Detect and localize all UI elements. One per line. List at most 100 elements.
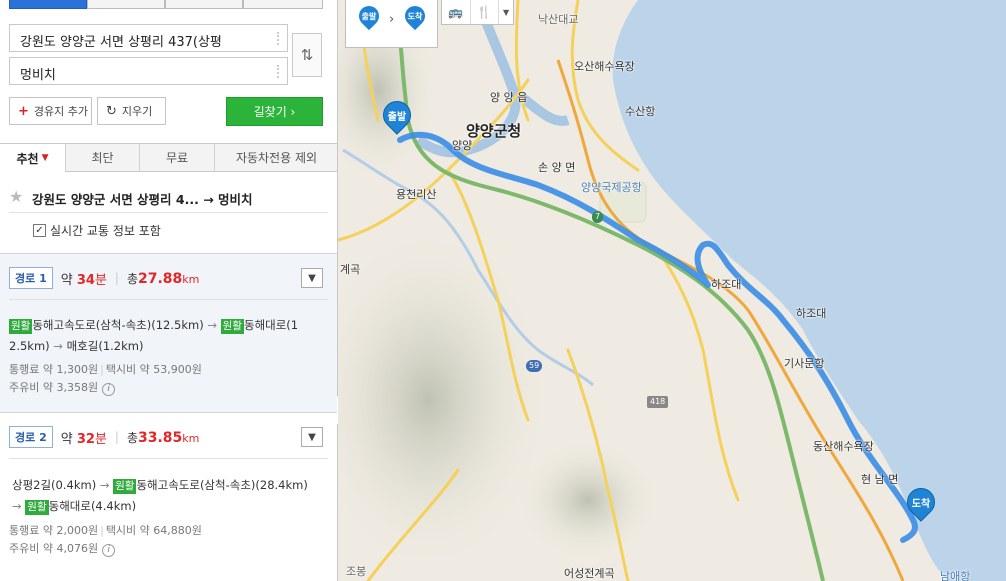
- map-label: 오산해수욕장: [574, 60, 635, 73]
- refresh-icon: ↻: [106, 103, 117, 119]
- route-costs: 통행료 약 1,300원 | 택시비 약 53,900원 주유비 약 3,358원 i: [9, 363, 202, 396]
- expand-route-button[interactable]: ▼: [301, 427, 323, 447]
- route-endpoint-toolbar: 출발 › 도착: [345, 0, 438, 48]
- origin-input[interactable]: 강원도 양양군 서면 상평리 437(상평: [9, 24, 288, 52]
- realtime-traffic-checkbox[interactable]: ✓ 실시간 교통 정보 포함: [33, 222, 161, 239]
- map-label: 동산해수욕장: [813, 440, 874, 453]
- taxi-cost: 택시비 약 53,900원: [105, 363, 202, 376]
- map-label: 양양국제공항: [581, 181, 642, 194]
- destination-value: 멍비치: [20, 68, 56, 83]
- end-pin-button[interactable]: 도착: [400, 1, 430, 36]
- arrow-right-icon: →: [96, 478, 114, 492]
- tab-free[interactable]: 무료: [140, 144, 215, 171]
- star-icon[interactable]: ★: [9, 187, 23, 206]
- route-search-panel: 강원도 양양군 서면 상평리 437(상평 멍비치 ⇅ + 경유지 추가 ↻ 지…: [0, 0, 338, 581]
- route-distance: 총27.88km: [126, 270, 200, 287]
- drag-handle-icon[interactable]: [277, 65, 281, 78]
- arrow-right-icon: →: [49, 339, 67, 353]
- map-label: 남애항: [940, 570, 971, 581]
- fuel-cost: 주유비 약 4,076원: [9, 542, 99, 555]
- route-card-2[interactable]: 경로 2 약 32분 | 총33.85km ▼ 상평2길(0.4km) → 원활…: [0, 412, 337, 581]
- route-shield: 418: [647, 396, 669, 408]
- map-base: [338, 0, 1006, 581]
- start-marker[interactable]: 출발: [377, 95, 417, 141]
- map-label: 손 양 면: [538, 161, 576, 174]
- add-waypoint-label: 경유지 추가: [33, 105, 89, 118]
- arrow-right-icon: →: [12, 499, 26, 513]
- caret-down-icon: ▼: [41, 153, 49, 163]
- origin-value: 강원도 양양군 서면 상평리 437(상평: [20, 35, 222, 50]
- info-icon[interactable]: i: [102, 383, 116, 396]
- route-header: 경로 2 약 32분 | 총33.85km: [9, 426, 199, 448]
- map-label: 기사문항: [784, 357, 825, 370]
- route-summary-title: 강원도 양양군 서면 상평리 4... → 멍비치: [32, 192, 253, 207]
- info-icon[interactable]: i: [102, 544, 116, 557]
- route-card-1[interactable]: 경로 1 약 34분 | 총27.88km ▼ 원활 동해고속도로(삼척-속초)(…: [0, 253, 337, 412]
- start-pin-button[interactable]: 출발: [354, 1, 384, 36]
- chevron-down-icon[interactable]: ▼: [499, 0, 513, 24]
- map-label: 용천리산: [396, 188, 437, 201]
- expand-route-button[interactable]: ▼: [301, 268, 323, 288]
- divider: [9, 212, 328, 213]
- traffic-status-badge: 원활: [220, 319, 244, 334]
- map-label: 양양: [452, 139, 473, 152]
- map-label: 계곡: [340, 263, 361, 276]
- swap-origin-destination-button[interactable]: ⇅: [292, 33, 322, 77]
- map-label: 조봉: [346, 565, 367, 578]
- traffic-status-badge: 원활: [25, 500, 49, 515]
- traffic-status-badge: 원활: [113, 479, 137, 494]
- add-waypoint-button[interactable]: + 경유지 추가: [9, 97, 92, 125]
- tab-no-highway[interactable]: 자동차전용 제외: [215, 144, 337, 171]
- route-option-tabs: 추천 ▼ 최단 무료 자동차전용 제외: [0, 143, 337, 172]
- divider: [9, 458, 328, 459]
- map-canvas[interactable]: 양양군청 양 양 읍 양양 손 양 면 양양국제공항 오산해수욕장 수산항 하조…: [338, 0, 1006, 581]
- route-distance: 총33.85km: [126, 429, 200, 446]
- route-badge: 경로 2: [9, 426, 53, 448]
- route-shield: 59: [526, 360, 543, 372]
- tab-bike-mode[interactable]: [243, 0, 323, 9]
- tab-recommend[interactable]: 추천 ▼: [0, 144, 66, 172]
- route-badge: 경로 1: [9, 267, 53, 289]
- chevron-right-icon: ›: [389, 12, 395, 27]
- map-label: 낙산대교: [538, 13, 579, 26]
- map-label: 수산항: [625, 105, 656, 118]
- toll-cost: 통행료 약 2,000원: [9, 524, 99, 537]
- tab-transit-mode[interactable]: [87, 0, 165, 9]
- divider: [9, 299, 328, 300]
- drag-handle-icon[interactable]: [277, 32, 281, 45]
- clear-button[interactable]: ↻ 지우기: [97, 97, 166, 125]
- swap-arrows-icon: ⇅: [300, 46, 314, 64]
- destination-input[interactable]: 멍비치: [9, 57, 288, 85]
- end-marker[interactable]: 도착: [901, 482, 941, 528]
- transport-mode-tabs: [0, 0, 337, 9]
- route-time: 약 34분: [60, 272, 107, 288]
- tab-shortest[interactable]: 최단: [66, 144, 140, 171]
- map-label: 어성전계곡: [564, 567, 615, 580]
- route-header: 경로 1 약 34분 | 총27.88km: [9, 267, 199, 289]
- chevron-down-icon: ▼: [308, 431, 316, 443]
- plus-icon: +: [18, 103, 29, 119]
- map-label: 현 남 면: [861, 473, 899, 486]
- traffic-status-badge: 원활: [9, 319, 33, 334]
- toll-cost: 통행료 약 1,300원: [9, 363, 99, 376]
- route-time: 약 32분: [60, 431, 107, 447]
- tab-car-mode[interactable]: [9, 0, 87, 9]
- map-poi-tools: 🚌 🍴 ▼: [441, 0, 514, 25]
- find-route-button[interactable]: 길찾기 ›: [226, 97, 323, 126]
- restaurant-icon[interactable]: 🍴: [471, 0, 500, 24]
- map-label: 양양군청: [466, 122, 522, 140]
- route-costs: 통행료 약 2,000원 | 택시비 약 64,880원 주유비 약 4,076원 i: [9, 524, 202, 557]
- map-label: 하조대: [796, 307, 827, 320]
- map-label: 양 양 읍: [490, 91, 528, 104]
- route-steps: 상평2길(0.4km) → 원활 동해고속도로(삼척-속초)(28.4km) → …: [12, 478, 308, 515]
- checkbox-checked-icon: ✓: [33, 224, 46, 237]
- route-steps: 원활 동해고속도로(삼척-속초)(12.5km) → 원활 동해대로(1 2.5km…: [9, 318, 299, 353]
- bus-icon[interactable]: 🚌: [442, 0, 471, 24]
- map-label: 하조대: [711, 278, 742, 291]
- tab-walk-mode[interactable]: [165, 0, 243, 9]
- taxi-cost: 택시비 약 64,880원: [105, 524, 202, 537]
- route-shield: 7: [592, 211, 604, 223]
- realtime-traffic-label: 실시간 교통 정보 포함: [50, 224, 161, 238]
- chevron-down-icon: ▼: [308, 272, 316, 284]
- tab-recommend-label: 추천: [16, 151, 39, 166]
